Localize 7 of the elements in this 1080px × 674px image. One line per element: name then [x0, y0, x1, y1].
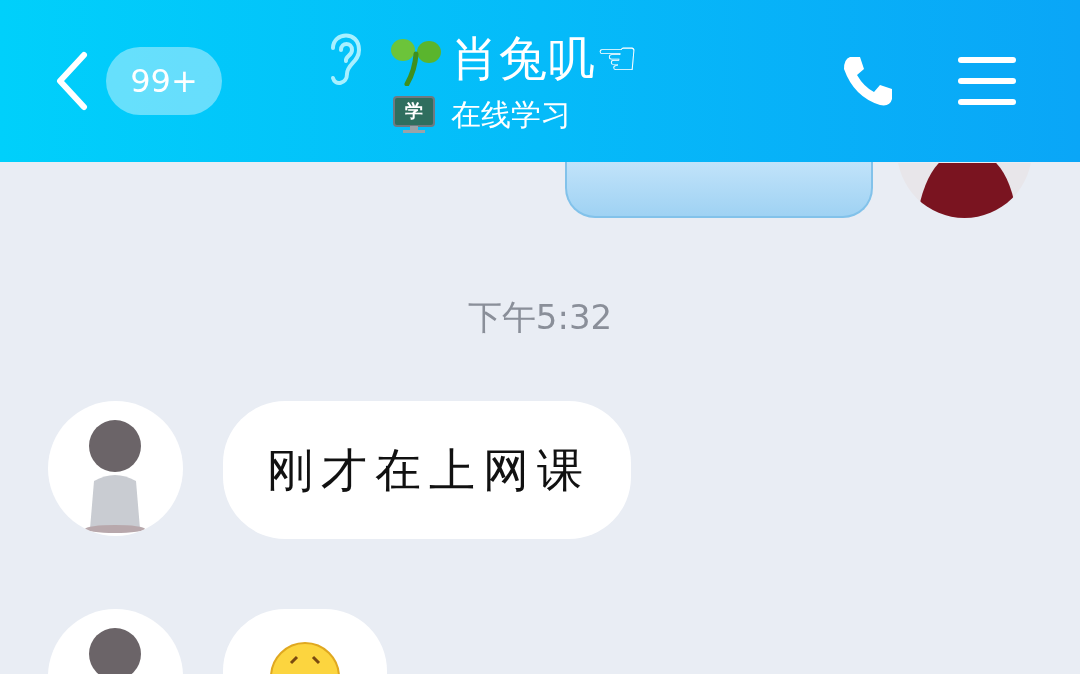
menu-icon[interactable] — [958, 55, 1016, 107]
contact-name: 肖兔叽☜ — [451, 34, 639, 82]
back-icon[interactable] — [54, 51, 90, 111]
message-bubble[interactable]: 刚才在上网课 — [223, 401, 631, 539]
message-bubble[interactable] — [565, 162, 873, 218]
timestamp: 下午5:32 — [467, 296, 613, 339]
online-status: 在线学习 — [451, 100, 571, 130]
